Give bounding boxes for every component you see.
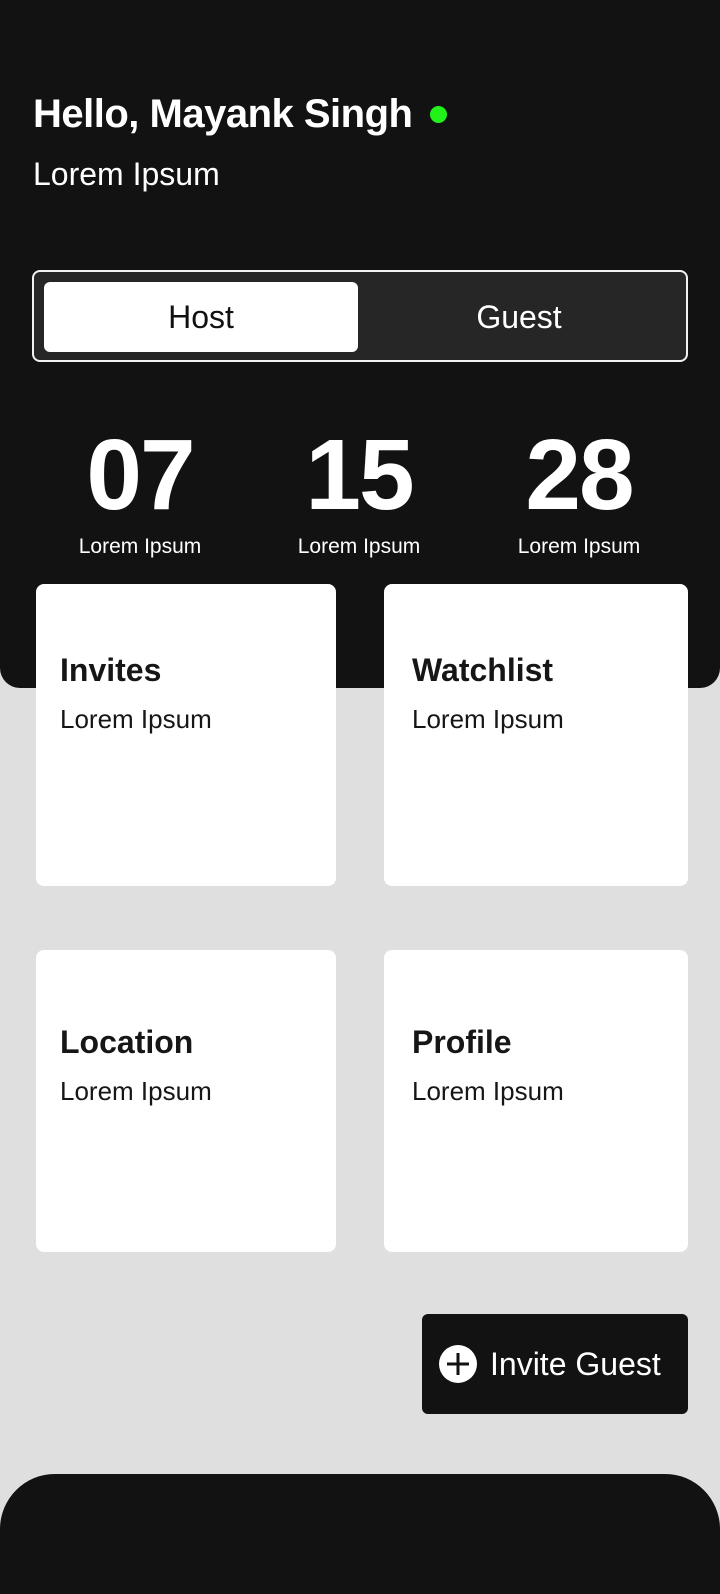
stat-item: 07 Lorem Ipsum	[40, 425, 240, 559]
toggle-host-option[interactable]: Host	[44, 282, 358, 352]
card-subtitle: Lorem Ipsum	[412, 1076, 564, 1106]
greeting: Hello, Mayank Singh	[33, 92, 448, 137]
stat-value: 28	[525, 419, 634, 531]
card-subtitle: Lorem Ipsum	[60, 1076, 212, 1106]
card-subtitle: Lorem Ipsum	[412, 704, 564, 734]
plus-circle-icon	[439, 1345, 477, 1383]
stat-label: Lorem Ipsum	[297, 535, 421, 558]
toggle-guest-option[interactable]: Guest	[362, 282, 676, 352]
card-invites[interactable]: Invites Lorem Ipsum	[36, 584, 336, 886]
stat-value: 07	[86, 419, 195, 531]
invite-guest-button[interactable]: Invite Guest	[422, 1314, 688, 1414]
stat-label: Lorem Ipsum	[517, 535, 641, 558]
card-title: Profile	[412, 1024, 512, 1060]
card-subtitle: Lorem Ipsum	[60, 704, 212, 734]
invite-guest-label: Invite Guest	[490, 1345, 661, 1382]
online-status-icon	[430, 106, 448, 123]
greeting-text: Hello, Mayank Singh	[33, 92, 413, 136]
card-watchlist[interactable]: Watchlist Lorem Ipsum	[384, 584, 688, 886]
stat-item: 28 Lorem Ipsum	[479, 425, 679, 559]
card-location[interactable]: Location Lorem Ipsum	[36, 950, 336, 1252]
stat-label: Lorem Ipsum	[78, 535, 202, 558]
stat-value: 15	[305, 419, 414, 531]
card-profile[interactable]: Profile Lorem Ipsum	[384, 950, 688, 1252]
greeting-subtitle: Lorem Ipsum	[33, 156, 220, 192]
bottom-navigation-bar	[0, 1474, 720, 1594]
stat-item: 15 Lorem Ipsum	[259, 425, 459, 559]
role-toggle: Host Guest	[32, 270, 688, 362]
card-title: Invites	[60, 652, 162, 688]
card-title: Location	[60, 1024, 194, 1060]
card-title: Watchlist	[412, 652, 554, 688]
